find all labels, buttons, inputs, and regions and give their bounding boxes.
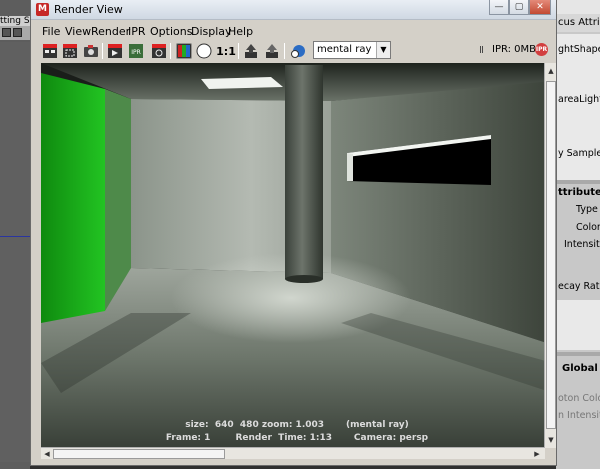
menu-help[interactable]: Help xyxy=(228,25,253,38)
close-button[interactable]: ✕ xyxy=(529,0,551,15)
maximize-button[interactable]: ▢ xyxy=(509,0,529,15)
renderer-dropdown[interactable]: mental ray ▼ xyxy=(313,41,391,59)
render-region-icon[interactable] xyxy=(61,42,79,60)
attributes-section-header[interactable]: ttributes xyxy=(558,187,600,198)
menu-render[interactable]: Render xyxy=(91,25,130,38)
vertical-scroll-thumb[interactable] xyxy=(546,81,556,429)
node-type-label: areaLight: xyxy=(558,94,600,105)
decay-rate-label: ecay Rate xyxy=(558,281,600,292)
attribute-editor-blank-area xyxy=(556,300,600,350)
maya-left-toolbar xyxy=(0,26,34,40)
render-viewport[interactable]: size: 640 480 zoom: 1.003 (mental ray) F… xyxy=(41,63,553,447)
attribute-editor-panel: cus Attri ghtShape1 areaLight: y Sample … xyxy=(556,0,600,469)
type-label: Type xyxy=(576,204,598,215)
maya-left-panel: tting S xyxy=(0,0,34,469)
window-title: Render View xyxy=(54,3,123,16)
render-info-line-2: Frame: 1 Render Time: 1:13 Camera: persp xyxy=(165,433,429,443)
toolbar-separator xyxy=(102,43,103,59)
section-divider xyxy=(556,180,600,184)
menu-display[interactable]: Display xyxy=(191,25,232,38)
keep-image-icon[interactable] xyxy=(242,42,260,60)
ipr-memory-label: IPR: 0MB xyxy=(492,44,537,55)
toolbar-separator xyxy=(284,43,285,59)
grid-line xyxy=(0,236,30,237)
scroll-right-arrow-icon[interactable]: ▶ xyxy=(531,448,543,460)
chevron-down-icon[interactable]: ▼ xyxy=(376,42,390,58)
snapshot-icon[interactable] xyxy=(82,42,100,60)
menu-view[interactable]: View xyxy=(65,25,91,38)
horizontal-scroll-thumb[interactable] xyxy=(53,449,225,459)
intensity-label: Intensity xyxy=(564,239,600,250)
window-titlebar[interactable]: M Render View — ▢ ✕ xyxy=(31,0,556,20)
photon-intensity-label: n Intensity xyxy=(558,410,600,421)
section-divider xyxy=(556,352,600,356)
rendered-image xyxy=(41,63,553,447)
attribute-editor-menubar[interactable]: cus Attri xyxy=(556,14,600,32)
global-illumination-section-header[interactable]: Global Il xyxy=(562,363,600,374)
maya-app-icon: M xyxy=(36,3,49,16)
vertical-scrollbar[interactable]: ▲ ▼ xyxy=(544,63,556,448)
color-label: Color xyxy=(576,222,600,233)
renderer-selected-value: mental ray xyxy=(317,44,372,55)
rgb-channels-icon[interactable] xyxy=(175,42,193,60)
scroll-left-arrow-icon[interactable]: ◀ xyxy=(41,448,53,460)
attribute-editor-tab-area xyxy=(556,34,600,184)
horizontal-scrollbar[interactable]: ◀ ▶ xyxy=(41,447,545,459)
sample-label: y Sample xyxy=(558,148,600,159)
scroll-up-arrow-icon[interactable]: ▲ xyxy=(545,65,557,77)
toolbar-separator xyxy=(170,43,171,59)
attribute-editor-titlebar xyxy=(556,0,600,14)
scroll-down-arrow-icon[interactable]: ▼ xyxy=(545,434,557,446)
svg-text:IPR: IPR xyxy=(131,49,141,56)
minimize-button[interactable]: — xyxy=(489,0,509,15)
maya-left-menubar: tting S xyxy=(0,16,34,26)
redo-previous-render-icon[interactable] xyxy=(41,42,59,60)
render-sequence-icon[interactable] xyxy=(106,42,124,60)
tool-icon[interactable] xyxy=(2,28,11,37)
ipr-render-icon[interactable]: IPR xyxy=(127,42,145,60)
render-view-window: M Render View — ▢ ✕ File View Render IPR… xyxy=(30,0,557,466)
menu-ipr[interactable]: IPR xyxy=(128,25,146,38)
node-name-label[interactable]: ghtShape1 xyxy=(558,44,600,55)
toolbar-separator xyxy=(238,43,239,59)
ipr-pause-button[interactable]: II xyxy=(479,45,484,56)
render-settings-icon[interactable] xyxy=(150,42,168,60)
ipr-status-icon[interactable]: IPR xyxy=(535,43,548,56)
alpha-channel-icon[interactable] xyxy=(195,42,213,60)
photon-color-label: oton Color xyxy=(558,393,600,404)
menu-file[interactable]: File xyxy=(42,25,60,38)
tool-icon[interactable] xyxy=(13,28,22,37)
maya-viewport-background[interactable] xyxy=(0,42,30,462)
render-toolbar: IPR 1:1 mental ray ▼ II IPR: 0MB IPR xyxy=(31,40,556,62)
zoom-1to1-button[interactable]: 1:1 xyxy=(216,42,236,60)
menu-options[interactable]: Options xyxy=(150,25,192,38)
render-info-line-1: size: 640 480 zoom: 1.003 (mental ray) xyxy=(185,420,409,430)
render-globals-icon[interactable] xyxy=(289,42,307,60)
remove-image-icon[interactable] xyxy=(263,42,281,60)
menubar: File View Render IPR Options Display Hel… xyxy=(31,22,556,40)
